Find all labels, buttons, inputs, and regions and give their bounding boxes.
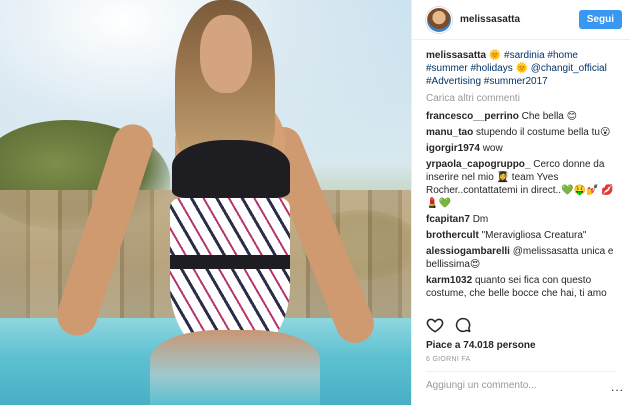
photo-swimsuit-band xyxy=(170,255,290,269)
photo-face xyxy=(200,15,252,93)
comment-username[interactable]: igorgir1974 xyxy=(426,143,480,154)
comment-username[interactable]: francesco__perrino xyxy=(426,111,519,122)
photo-legs xyxy=(150,330,320,405)
comment-username[interactable]: alessiogambarelli xyxy=(426,246,510,257)
load-more-comments-link[interactable]: Carica altri commenti xyxy=(426,92,616,105)
comment-text: "Meravigliosa Creatura" xyxy=(481,230,587,241)
add-comment-input[interactable] xyxy=(426,380,602,391)
comment-item: igorgir1974 wow xyxy=(426,142,616,155)
comment-text: Dm xyxy=(472,214,489,225)
comment-text: Che bella 😊 xyxy=(521,111,578,122)
comment-item: yrpaola_capogruppo_ Cerco donne da inser… xyxy=(426,158,616,210)
photo-person xyxy=(51,0,380,405)
likes-count[interactable]: Piace a 74.018 persone xyxy=(426,340,536,351)
comment-item: manu_tao stupendo il costume bella tu😮 xyxy=(426,126,616,139)
comment-username[interactable]: karm1032 xyxy=(426,275,472,286)
post-username[interactable]: melissasatta xyxy=(460,14,520,25)
heart-icon[interactable] xyxy=(426,316,444,334)
comment-item: brothercult "Meravigliosa Creatura" xyxy=(426,229,616,242)
comment-item: francesco__perrino Che bella 😊 xyxy=(426,110,616,123)
comment-item: karm1032 quanto sei fica con questo cost… xyxy=(426,274,616,300)
comment-text: stupendo il costume bella tu😮 xyxy=(476,127,611,138)
comment-item: fcapitan7 Dm xyxy=(426,213,616,226)
avatar[interactable] xyxy=(426,6,452,33)
post-actions xyxy=(426,316,472,334)
comment-username[interactable]: brothercult xyxy=(426,230,479,241)
post-header: melissasatta Segui xyxy=(412,0,630,40)
comment-username[interactable]: manu_tao xyxy=(426,127,473,138)
divider xyxy=(426,371,616,372)
comment-username[interactable]: yrpaola_capogruppo_ xyxy=(426,159,530,170)
more-options-icon[interactable]: ... xyxy=(611,381,624,393)
caption: melissasatta 🌞 #sardinia #home #summer #… xyxy=(426,49,616,88)
comment-bubble-icon[interactable] xyxy=(454,316,472,334)
comment-item: alessiogambarelli @melissasatta unica e … xyxy=(426,245,616,271)
post-timestamp: 6 GIORNI FA xyxy=(426,356,471,363)
comment-text: wow xyxy=(482,143,503,154)
photo-swimsuit-top xyxy=(172,140,290,198)
comments-list: melissasatta 🌞 #sardinia #home #summer #… xyxy=(412,40,630,340)
post-side-panel: melissasatta Segui melissasatta 🌞 #sardi… xyxy=(411,0,630,405)
caption-username[interactable]: melissasatta xyxy=(426,50,486,61)
post-photo[interactable] xyxy=(0,0,411,405)
follow-button[interactable]: Segui xyxy=(578,10,622,29)
comment-username[interactable]: fcapitan7 xyxy=(426,214,470,225)
